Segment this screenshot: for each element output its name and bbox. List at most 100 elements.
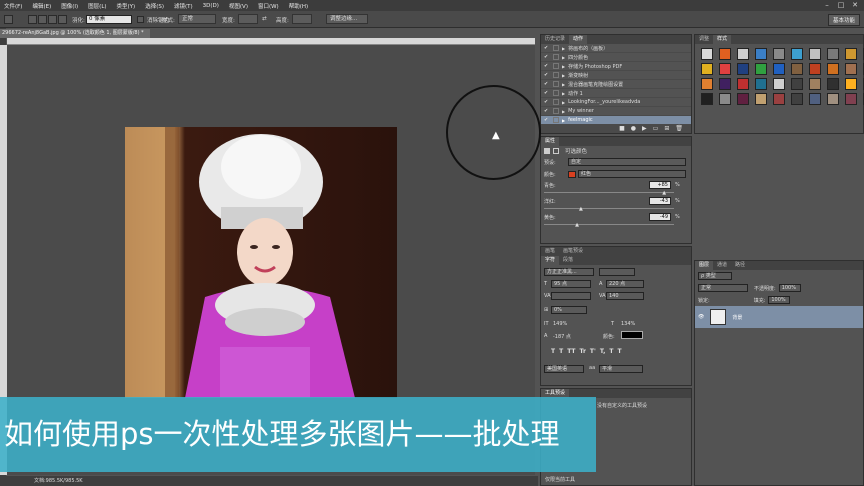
style-swatch[interactable]: [755, 78, 767, 90]
style-swatch[interactable]: [755, 93, 767, 105]
action-row[interactable]: ✔ ▶ 将画布的（画板）: [541, 44, 691, 53]
antialias-checkbox[interactable]: [137, 16, 144, 23]
tab-channels[interactable]: 通道: [713, 261, 731, 270]
style-swatch[interactable]: [827, 93, 839, 105]
menu-window[interactable]: 窗口(W): [258, 2, 279, 10]
height-input[interactable]: [292, 14, 312, 24]
style-swatch[interactable]: [809, 48, 821, 60]
subtract-selection-icon[interactable]: [48, 15, 57, 24]
style-swatch[interactable]: [809, 63, 821, 75]
slider-value[interactable]: -49: [649, 213, 671, 221]
baseline-value[interactable]: -187 点: [553, 333, 571, 340]
check-icon[interactable]: ✔: [544, 81, 550, 87]
text-style-button[interactable]: T': [590, 348, 596, 355]
marquee-tool-icon[interactable]: [4, 15, 13, 24]
menu-type[interactable]: 类型(Y): [117, 2, 136, 10]
menu-view[interactable]: 视图(V): [229, 2, 248, 10]
style-swatch[interactable]: [773, 48, 785, 60]
leading-input[interactable]: 220 点: [606, 280, 644, 288]
expand-icon[interactable]: ▶: [562, 64, 565, 69]
check-icon[interactable]: ✔: [544, 72, 550, 78]
style-swatch[interactable]: [701, 78, 713, 90]
text-color-swatch[interactable]: [621, 331, 643, 339]
dialog-toggle[interactable]: [553, 108, 559, 114]
check-icon[interactable]: ✔: [544, 108, 550, 114]
layer-row[interactable]: 👁 背景: [695, 306, 863, 328]
layer-name[interactable]: 背景: [732, 314, 742, 321]
style-swatch[interactable]: [845, 93, 857, 105]
language-select[interactable]: 美国英语: [544, 365, 584, 373]
style-swatch[interactable]: [827, 63, 839, 75]
style-swatch[interactable]: [719, 48, 731, 60]
expand-icon[interactable]: ▶: [562, 118, 565, 123]
swap-icon[interactable]: ⇄: [262, 16, 267, 22]
style-swatch[interactable]: [701, 48, 713, 60]
style-swatch[interactable]: [755, 63, 767, 75]
style-swatch[interactable]: [827, 78, 839, 90]
style-swatch[interactable]: [719, 78, 731, 90]
new-set-icon[interactable]: ▭: [653, 125, 659, 133]
eye-icon[interactable]: 👁: [698, 314, 704, 320]
style-swatch[interactable]: [845, 48, 857, 60]
style-swatch[interactable]: [737, 48, 749, 60]
add-selection-icon[interactable]: [38, 15, 47, 24]
preset-select[interactable]: 自定: [568, 158, 686, 166]
expand-icon[interactable]: ▶: [562, 109, 565, 114]
expand-icon[interactable]: ▶: [562, 82, 565, 87]
width-input[interactable]: [238, 14, 258, 24]
action-row[interactable]: ✔ ▶ My winner: [541, 107, 691, 116]
text-style-button[interactable]: T: [609, 348, 613, 355]
style-swatch[interactable]: [719, 63, 731, 75]
action-row[interactable]: ✔ ▶ feelmagic: [541, 116, 691, 125]
dialog-toggle[interactable]: [553, 90, 559, 96]
menu-help[interactable]: 帮助(H): [289, 2, 308, 10]
slider-value[interactable]: +85: [649, 181, 671, 189]
slider-track[interactable]: [544, 224, 674, 225]
style-swatch[interactable]: [827, 48, 839, 60]
menu-select[interactable]: 选择(S): [145, 2, 164, 10]
style-swatch[interactable]: [773, 63, 785, 75]
antialias-select[interactable]: 平滑: [599, 365, 643, 373]
refine-edge-button[interactable]: 调整边缘...: [326, 14, 368, 24]
menu-file[interactable]: 文件(F): [4, 2, 22, 10]
style-swatch[interactable]: [737, 93, 749, 105]
style-swatch[interactable]: [791, 78, 803, 90]
dialog-toggle[interactable]: [553, 54, 559, 60]
feather-input[interactable]: 0 像素: [86, 15, 132, 24]
proportional-spacing[interactable]: 0%: [551, 306, 587, 314]
style-swatch[interactable]: [719, 93, 731, 105]
check-icon[interactable]: ✔: [544, 90, 550, 96]
text-style-button[interactable]: T: [559, 348, 563, 355]
menu-edit[interactable]: 编辑(E): [32, 2, 51, 10]
color-select[interactable]: 红色: [578, 170, 686, 178]
expand-icon[interactable]: ▶: [562, 55, 565, 60]
text-style-button[interactable]: TT: [567, 348, 575, 355]
style-swatch[interactable]: [773, 93, 785, 105]
action-row[interactable]: ✔ ▶ 混合器画笔克隆绘图设置: [541, 80, 691, 89]
menu-3d[interactable]: 3D(D): [203, 3, 219, 9]
dialog-toggle[interactable]: [553, 63, 559, 69]
dialog-toggle[interactable]: [553, 99, 559, 105]
style-swatch[interactable]: [737, 63, 749, 75]
style-swatch[interactable]: [791, 63, 803, 75]
close-button[interactable]: ✕: [848, 0, 862, 11]
fill-input[interactable]: 100%: [768, 296, 791, 304]
opacity-input[interactable]: 100%: [778, 284, 801, 292]
tab-paths[interactable]: 路径: [731, 261, 749, 270]
intersect-selection-icon[interactable]: [58, 15, 67, 24]
record-icon[interactable]: ●: [631, 125, 636, 133]
font-family-select[interactable]: 方正正准黑...: [544, 268, 594, 276]
menu-layer[interactable]: 图层(L): [88, 2, 106, 10]
blend-mode-select[interactable]: 正常: [698, 284, 748, 292]
style-swatch[interactable]: [737, 78, 749, 90]
style-swatch[interactable]: [755, 48, 767, 60]
workspace-button[interactable]: 基本功能: [827, 14, 860, 26]
tracking-input[interactable]: 140: [606, 292, 644, 300]
layer-kind-filter[interactable]: ρ 类型: [698, 272, 732, 280]
expand-icon[interactable]: ▶: [562, 91, 565, 96]
style-swatch[interactable]: [845, 78, 857, 90]
current-tool-only[interactable]: 仅限当前工具: [545, 476, 575, 483]
tab-properties[interactable]: 属性: [541, 137, 560, 146]
style-swatch[interactable]: [845, 63, 857, 75]
check-icon[interactable]: ✔: [544, 45, 550, 51]
